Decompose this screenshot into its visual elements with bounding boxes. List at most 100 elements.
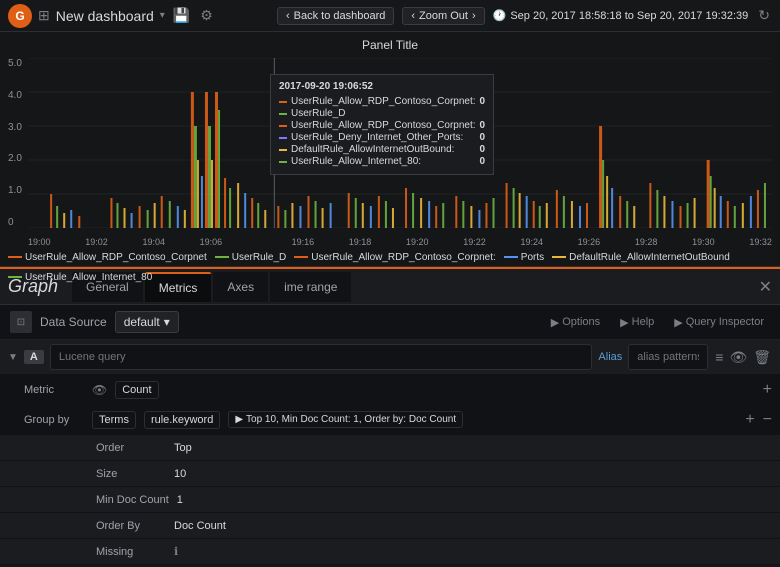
query-inspector-button[interactable]: ▶ Query Inspector xyxy=(668,314,770,331)
query-input[interactable] xyxy=(50,344,593,370)
save-dashboard-button[interactable]: 💾 xyxy=(171,5,192,26)
settings-button[interactable]: ⚙ xyxy=(198,5,215,26)
dashboard-icon: ⊞ xyxy=(38,7,50,24)
missing-info-icon[interactable]: ℹ xyxy=(174,545,178,558)
alias-label: Alias xyxy=(598,351,622,363)
query-badge: A xyxy=(24,350,44,364)
grafana-logo[interactable]: G xyxy=(8,4,32,28)
groupby-label: Group by xyxy=(24,414,84,426)
query-inspector-arrow-icon: ▶ xyxy=(674,316,682,329)
min-doc-count-row: Min Doc Count 1 xyxy=(0,487,780,513)
metric-label: Metric xyxy=(24,384,84,396)
legend-item-6[interactable]: UserRule_Allow_Internet_80 xyxy=(8,272,152,283)
panel-editor: Graph General Metrics Axes ime range ✕ ⊡… xyxy=(0,267,780,565)
back-to-dashboard-button[interactable]: ‹ Back to dashboard xyxy=(277,7,394,25)
query-reorder-button[interactable]: ≡ xyxy=(714,348,724,367)
options-arrow-icon: ▶ xyxy=(551,316,559,329)
legend-label-6: UserRule_Allow_Internet_80 xyxy=(25,272,152,283)
chart-canvas: 5.0 4.0 3.0 2.0 1.0 0 xyxy=(0,54,780,249)
sub-rows: Order Top Size 10 Min Doc Count 1 Order … xyxy=(0,435,780,565)
remove-groupby-button[interactable]: − xyxy=(763,411,772,429)
tooltip-color-3 xyxy=(279,125,287,127)
chart-area: Panel Title 5.0 4.0 3.0 2.0 1.0 0 xyxy=(0,32,780,267)
tooltip-row-2: UserRule_D xyxy=(279,108,485,119)
missing-label: Missing xyxy=(96,546,166,558)
query-header: ▼ A Alias ≡ 👁 🗑 xyxy=(0,340,780,375)
clock-icon: 🕐 xyxy=(493,9,507,22)
order-by-row: Order By Doc Count xyxy=(0,513,780,539)
size-row: Size 10 xyxy=(0,461,780,487)
missing-row: Missing ℹ xyxy=(0,539,780,565)
groupby-type-select[interactable]: Terms xyxy=(92,411,136,429)
tooltip-color-4 xyxy=(279,137,287,139)
order-label: Order xyxy=(96,442,166,454)
chart-legend: UserRule_Allow_RDP_Contoso_Corpnet UserR… xyxy=(0,249,780,285)
min-doc-count-label: Min Doc Count xyxy=(96,494,169,506)
legend-item-4[interactable]: Ports xyxy=(504,252,544,263)
query-delete-button[interactable]: 🗑 xyxy=(752,348,772,367)
query-section: ▼ A Alias ≡ 👁 🗑 Metric 👁 Count + xyxy=(0,340,780,565)
add-metric-button[interactable]: + xyxy=(763,381,772,399)
legend-color-4 xyxy=(504,256,518,258)
order-by-value: Doc Count xyxy=(174,520,226,532)
size-label: Size xyxy=(96,468,166,480)
alias-input[interactable] xyxy=(628,344,708,370)
groupby-row: Group by Terms rule.keyword ▶ Top 10, Mi… xyxy=(0,405,780,435)
min-doc-count-value: 1 xyxy=(177,494,183,506)
tooltip-color-5 xyxy=(279,149,287,151)
legend-label-2: UserRule_D xyxy=(232,252,286,263)
time-range-display[interactable]: 🕐 Sep 20, 2017 18:58:18 to Sep 20, 2017 … xyxy=(493,9,749,22)
zoom-out-button[interactable]: ‹ Zoom Out › xyxy=(402,7,484,25)
groupby-top10-tag: ▶ Top 10, Min Doc Count: 1, Order by: Do… xyxy=(228,411,463,428)
legend-label-4: Ports xyxy=(521,252,544,263)
legend-color-5 xyxy=(552,256,566,258)
order-value: Top xyxy=(174,442,192,454)
dropdown-icon: ▾ xyxy=(164,315,170,329)
legend-color-2 xyxy=(215,256,229,258)
tooltip-color-2 xyxy=(279,113,287,115)
legend-label-5: DefaultRule_AllowInternetOutBound xyxy=(569,252,730,263)
size-value: 10 xyxy=(174,468,186,480)
legend-color-6 xyxy=(8,276,22,278)
datasource-icon: ⊡ xyxy=(10,311,32,333)
x-axis: 19:00 19:02 19:04 19:06 19:16 19:18 19:2… xyxy=(28,237,772,247)
top-nav: G ⊞ New dashboard ▾ 💾 ⚙ ‹ Back to dashbo… xyxy=(0,0,780,32)
zoom-out-right-icon: › xyxy=(472,10,476,22)
metric-row: Metric 👁 Count + xyxy=(0,375,780,405)
query-visibility-button[interactable]: 👁 xyxy=(728,348,748,367)
query-icons: ≡ 👁 🗑 xyxy=(714,348,772,367)
order-row: Order Top xyxy=(0,435,780,461)
tooltip-row-4: UserRule_Deny_Internet_Other_Ports: 0 xyxy=(279,132,485,143)
chart-title: Panel Title xyxy=(0,32,780,54)
y-axis: 5.0 4.0 3.0 2.0 1.0 0 xyxy=(8,58,22,228)
legend-item-5[interactable]: DefaultRule_AllowInternetOutBound xyxy=(552,252,730,263)
legend-color-3 xyxy=(294,256,308,258)
metric-type-select[interactable]: Count xyxy=(115,381,158,399)
help-button[interactable]: ▶ Help xyxy=(614,314,660,331)
query-collapse-icon[interactable]: ▼ xyxy=(8,352,18,363)
metrics-content: ⊡ Data Source default ▾ ▶ Options ▶ Help… xyxy=(0,305,780,565)
legend-label-3: UserRule_Allow_RDP_Contoso_Corpnet: xyxy=(311,252,496,263)
tooltip-row-3: UserRule_Allow_RDP_Contoso_Corpnet: 0 xyxy=(279,120,485,131)
tooltip-color-6 xyxy=(279,161,287,163)
refresh-button[interactable]: ↻ xyxy=(756,5,772,26)
legend-color-1 xyxy=(8,256,22,258)
order-by-label: Order By xyxy=(96,520,166,532)
add-groupby-button[interactable]: + xyxy=(745,411,754,429)
tooltip-time: 2017-09-20 19:06:52 xyxy=(279,81,485,92)
tooltip-row-6: UserRule_Allow_Internet_80: 0 xyxy=(279,156,485,167)
datasource-select[interactable]: default ▾ xyxy=(115,311,179,333)
legend-item-2[interactable]: UserRule_D xyxy=(215,252,286,263)
legend-item-1[interactable]: UserRule_Allow_RDP_Contoso_Corpnet xyxy=(8,252,207,263)
back-arrow-icon: ‹ xyxy=(286,10,290,22)
top10-arrow-icon: ▶ xyxy=(235,414,243,425)
dashboard-dropdown-icon[interactable]: ▾ xyxy=(160,10,165,21)
legend-item-3[interactable]: UserRule_Allow_RDP_Contoso_Corpnet: xyxy=(294,252,496,263)
legend-label-1: UserRule_Allow_RDP_Contoso_Corpnet xyxy=(25,252,207,263)
datasource-label: Data Source xyxy=(40,315,107,329)
metric-eye-icon[interactable]: 👁 xyxy=(92,383,107,397)
options-button[interactable]: ▶ Options xyxy=(545,314,606,331)
help-arrow-icon: ▶ xyxy=(620,316,628,329)
groupby-field-select[interactable]: rule.keyword xyxy=(144,411,220,429)
chart-tooltip: 2017-09-20 19:06:52 UserRule_Allow_RDP_C… xyxy=(270,74,494,175)
